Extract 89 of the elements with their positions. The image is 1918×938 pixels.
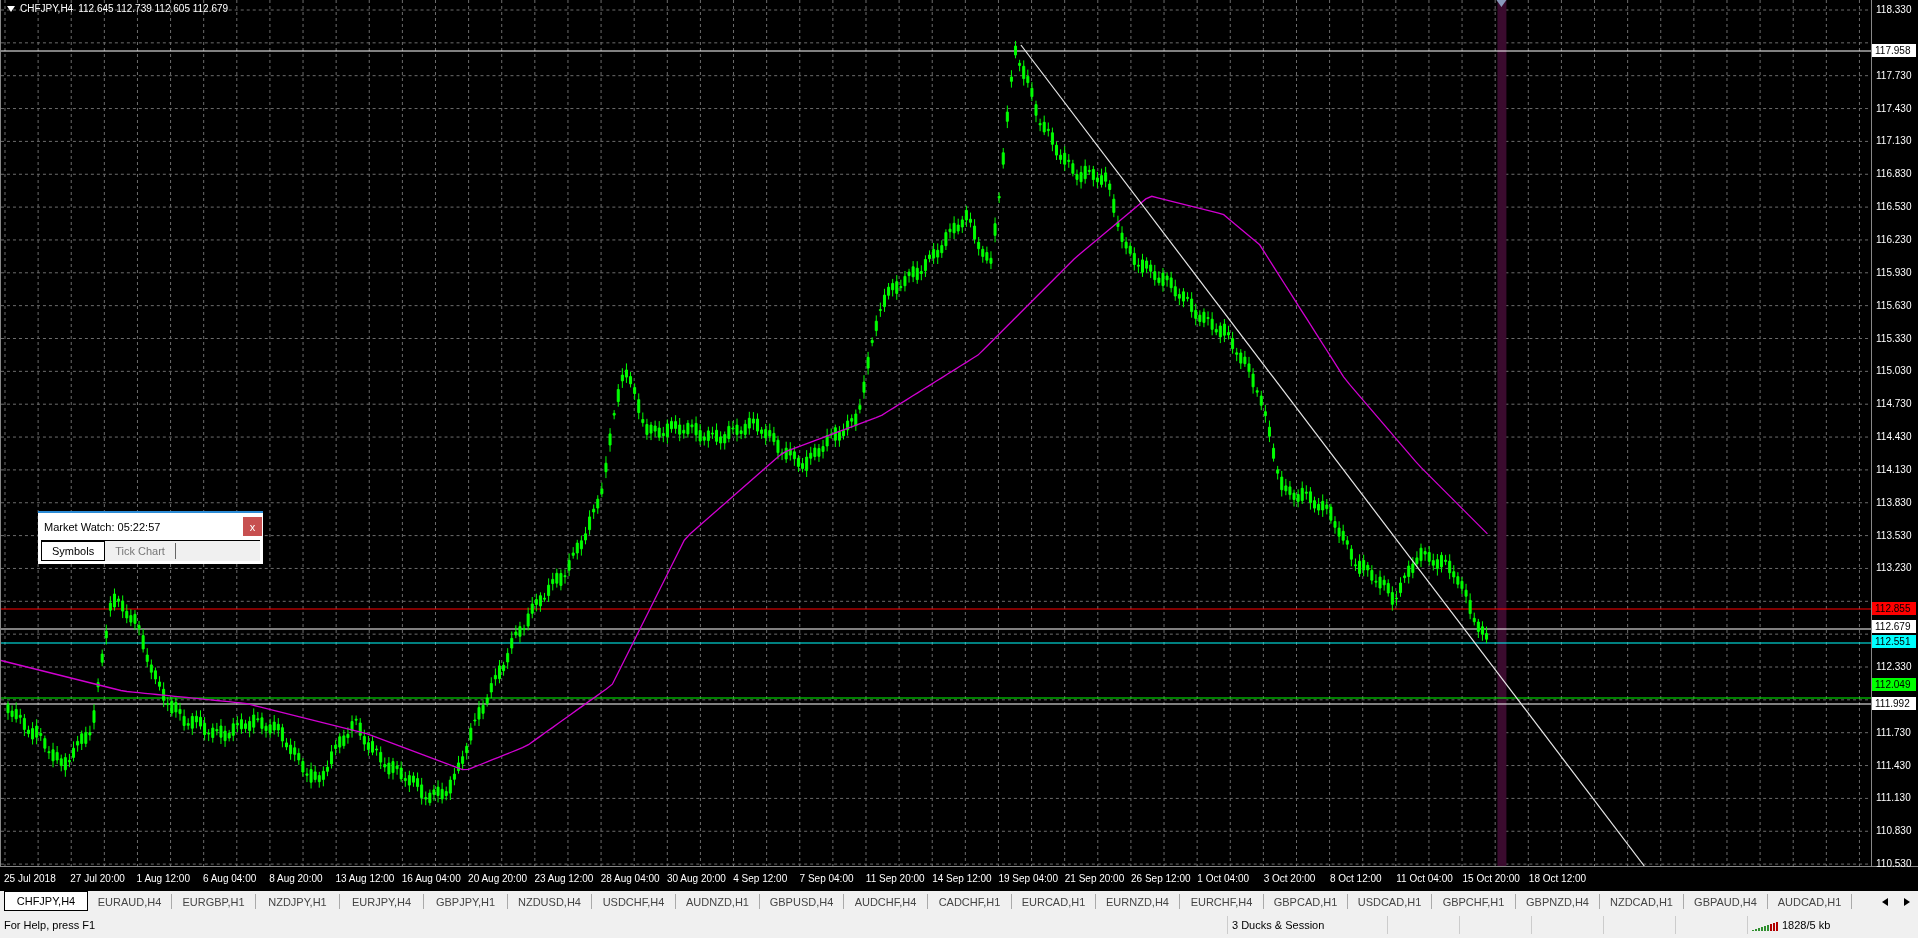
dropdown-icon[interactable] [7,5,15,12]
time-label: 1 Aug 12:00 [136,873,191,885]
price-label: 111.130 [1876,791,1911,806]
time-label: 11 Sep 20:00 [865,873,926,885]
chart-tab[interactable]: GBPAUD,H4 [1684,893,1768,910]
price-label: 115.330 [1876,331,1912,346]
time-label: 6 Aug 04:00 [202,873,258,885]
time-label: 3 Oct 20:00 [1263,873,1317,885]
chart-tab[interactable]: CADCHF,H1 [928,893,1012,910]
chart-tab[interactable]: GBPCAD,H1 [1264,893,1348,910]
time-label: 23 Aug 12:00 [534,873,595,885]
time-label: 19 Sep 04:00 [998,873,1059,885]
price-marker-label: 117.958 [1872,44,1917,57]
chart-tab[interactable]: EURCAD,H1 [1012,893,1096,910]
connection-bars-icon [1752,919,1778,932]
price-label: 115.030 [1876,364,1912,379]
chart-tab[interactable]: NZDCAD,H1 [1600,893,1684,910]
price-label: 111.730 [1876,725,1911,740]
time-label: 30 Aug 20:00 [666,873,727,885]
chart-tab[interactable]: NZDUSD,H4 [508,893,592,910]
price-label: 112.330 [1876,660,1912,674]
time-label: 4 Sep 12:00 [733,873,789,885]
chart-tab[interactable]: EURCHF,H4 [1180,893,1264,910]
price-label: 115.930 [1876,265,1912,280]
chart-tab[interactable]: EURAUD,H4 [88,893,172,910]
time-label: 18 Oct 12:00 [1528,873,1588,885]
chart-tab[interactable]: USDCHF,H4 [592,893,676,910]
price-marker-label: 112.049 [1872,678,1917,691]
time-label: 7 Sep 04:00 [799,873,855,885]
price-label: 117.730 [1876,68,1912,83]
price-label: 115.630 [1876,298,1912,313]
window-title: Market Watch: 05:22:57 [44,520,161,533]
price-label: 110.830 [1876,824,1912,839]
time-label: 11 Oct 04:00 [1396,873,1454,885]
price-marker-label: 112.551 [1872,635,1917,648]
scroll-left-icon[interactable] [1882,897,1888,906]
timeline-marker-icon[interactable] [1496,0,1507,7]
chart-symbol: CHFJPY,H4 [20,3,74,14]
chart-tab[interactable]: EURNZD,H4 [1096,893,1180,910]
chart-tab[interactable]: GBPJPY,H1 [424,893,508,910]
chart-tab[interactable]: AUDCAD,H1 [1768,893,1852,910]
time-label: 8 Oct 12:00 [1329,873,1383,885]
chart-tab[interactable]: AUDNZD,H1 [676,893,760,910]
price-label: 116.530 [1876,200,1912,215]
time-label: 13 Aug 12:00 [335,873,396,885]
price-marker-label: 112.855 [1872,602,1917,615]
price-label: 117.430 [1876,101,1912,116]
traffic-text: 1828/5 kb [1782,919,1831,932]
price-label: 116.830 [1876,167,1912,182]
price-label: 114.130 [1876,462,1912,477]
close-button[interactable]: x [243,517,262,536]
price-marker-label: 111.992 [1872,697,1917,710]
chart-tab[interactable]: EURGBP,H1 [172,893,256,910]
chart-quotes: 112.645 112.739 112.605 112.679 [78,3,229,14]
time-label: 20 Aug 20:00 [468,873,529,885]
price-label: 114.730 [1876,397,1912,412]
time-label: 25 Jul 2018 [4,873,57,885]
price-label: 111.430 [1876,758,1911,773]
price-label: 114.430 [1876,430,1912,445]
scroll-right-icon[interactable] [1904,897,1910,906]
chart-tab[interactable]: EURJPY,H4 [340,893,424,910]
chart-tab[interactable]: GBPNZD,H4 [1516,893,1600,910]
price-label: 118.330 [1876,3,1912,17]
status-text: For Help, press F1 [4,919,96,932]
time-label: 21 Sep 20:00 [1064,873,1126,885]
chart-tab[interactable]: NZDJPY,H1 [256,893,340,910]
time-label: 1 Oct 04:00 [1197,873,1251,885]
time-label: 16 Aug 04:00 [401,873,462,885]
price-label: 113.530 [1876,528,1912,543]
price-label: 113.230 [1876,561,1912,576]
chart-tab[interactable]: GBPCHF,H1 [1432,893,1516,910]
time-label: 14 Sep 12:00 [932,873,993,885]
time-label: 28 Aug 04:00 [600,873,661,885]
price-label: 110.530 [1876,857,1912,872]
time-label: 15 Oct 20:00 [1462,873,1521,885]
price-marker-label: 112.679 [1872,620,1917,633]
chart-tab[interactable]: AUDCHF,H4 [844,893,928,910]
price-label: 116.230 [1876,232,1912,247]
time-label: 8 Aug 20:00 [269,873,324,885]
time-label: 27 Jul 20:00 [70,873,126,885]
time-label: 26 Sep 12:00 [1131,873,1192,885]
price-label: 117.130 [1876,134,1912,149]
chart-tab[interactable]: USDCAD,H1 [1348,893,1432,910]
chart-tab[interactable]: CHFJPY,H4 [4,890,88,912]
chart-tab[interactable]: GBPUSD,H4 [760,893,844,910]
tab[interactable]: Tick Chart [105,543,176,559]
profile-name: 3 Ducks & Session [1232,919,1325,932]
tab[interactable]: Symbols [41,541,106,561]
price-label: 113.830 [1876,495,1912,510]
